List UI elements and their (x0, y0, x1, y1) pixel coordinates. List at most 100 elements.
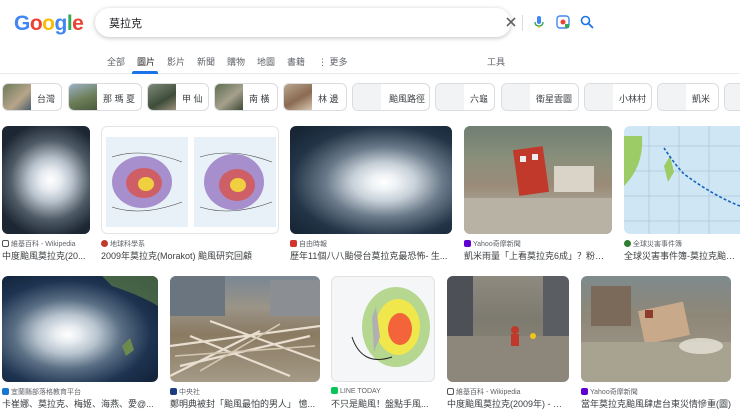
favicon-icon (2, 240, 9, 247)
tab-shopping[interactable]: 購物 (227, 55, 245, 68)
search-box[interactable]: 莫拉克 (95, 8, 594, 37)
result-card[interactable]: 維基百科 - Wikipedia 中度颱風莫拉克(2009年) - 維... (447, 276, 569, 411)
favicon-icon (624, 240, 631, 247)
result-card[interactable]: LINE TODAY 不只是颱風！盤點手風... (331, 276, 435, 411)
favicon-icon (331, 387, 338, 394)
typhoon-satellite-image[interactable] (2, 126, 90, 234)
chip-linbian[interactable]: 林 邊 (283, 83, 347, 111)
lens-icon[interactable] (555, 14, 571, 30)
chip-namasia[interactable]: 那 瑪 夏 (68, 83, 142, 111)
flood-street-graphic (447, 276, 569, 382)
chip-thumbnail (436, 84, 464, 110)
more-vert-icon: ⋮ (318, 57, 327, 67)
chip-thumbnail (353, 84, 381, 110)
chip-liugui[interactable]: 六龜 (435, 83, 495, 111)
analysis-charts-graphic (106, 137, 276, 227)
chip-thumbnail (585, 84, 613, 110)
result-title[interactable]: 當年莫拉克颱風肆虐台東災情慘重(圖) (581, 397, 731, 410)
earth-overlay-graphic (102, 276, 158, 356)
chip-next[interactable] (724, 83, 740, 111)
typhoon-track-map-image[interactable] (624, 126, 740, 234)
result-title[interactable]: 卡崔娜、莫拉克、梅姬、海燕、愛@... (2, 397, 156, 410)
flooded-street-image[interactable] (447, 276, 569, 382)
result-card[interactable]: 地球科學系 2009年莫拉克(Morakot) 颱風研究回顧 (101, 126, 279, 262)
result-card[interactable]: 自由時報 歷年11個八八颱侵台莫拉克最恐怖- 生... (290, 126, 452, 262)
google-logo[interactable]: Google (14, 12, 84, 36)
chip-thumbnail (148, 84, 176, 110)
result-source: 全球災害事件簿 (633, 241, 682, 248)
driftwood-debris-image[interactable] (170, 276, 320, 382)
tab-more[interactable]: ⋮ 更多 (318, 55, 348, 68)
result-title[interactable]: 中度颱風莫拉克(20... (2, 249, 90, 262)
chip-xiaolin[interactable]: 小林村 (584, 83, 652, 111)
chip-thumbnail (215, 84, 243, 110)
result-source: 中央社 (179, 389, 200, 396)
tab-more-label: 更多 (329, 57, 348, 67)
radar-image[interactable] (331, 276, 435, 382)
chip-thumbnail (725, 84, 740, 110)
chip-thumbnail (69, 84, 97, 110)
track-map-graphic (624, 126, 740, 234)
favicon-icon (170, 388, 177, 395)
result-source: 自由時報 (299, 241, 327, 248)
favicon-icon (2, 388, 9, 395)
favicon-icon (581, 388, 588, 395)
flood-damage-image[interactable] (464, 126, 612, 234)
favicon-icon (464, 240, 471, 247)
result-title[interactable]: 歷年11個八八颱侵台莫拉克最恐怖- 生... (290, 249, 450, 262)
typhoon-satellite-image[interactable] (2, 276, 158, 382)
result-source: 宜蘭縣部落格教育平台 (11, 389, 81, 396)
chip-satellite[interactable]: 衛星雲圖 (501, 83, 579, 111)
result-card[interactable]: Yahoo奇摩新聞 當年莫拉克颱風肆虐台東災情慘重(圖) (581, 276, 731, 411)
result-source: 維基百科 - Wikipedia (11, 241, 76, 248)
result-source: 維基百科 - Wikipedia (456, 389, 521, 396)
chip-taiwan[interactable]: 台灣 (2, 83, 62, 111)
result-card[interactable]: 全球災害事件簿 全球災害事件簿-莫拉克颱風... (624, 126, 740, 262)
result-title[interactable]: 全球災害事件簿-莫拉克颱風... (624, 249, 740, 262)
tab-news[interactable]: 新聞 (197, 55, 215, 68)
tab-books[interactable]: 書籍 (287, 55, 305, 68)
tab-maps[interactable]: 地圖 (257, 55, 275, 68)
favicon-icon (290, 240, 297, 247)
favicon-icon (101, 240, 108, 247)
chip-thumbnail (284, 84, 312, 110)
clear-icon[interactable] (503, 14, 519, 30)
tools-button[interactable]: 工具 (487, 55, 505, 68)
debris-graphic (170, 276, 320, 378)
tab-videos[interactable]: 影片 (167, 55, 185, 68)
tab-images[interactable]: 圖片 (137, 55, 155, 68)
active-tab-indicator (132, 71, 158, 74)
result-card[interactable]: Yahoo奇摩新聞 凱米雨量「上看莫拉克6成」？粉專... (464, 126, 612, 262)
radar-echo-graphic (351, 287, 430, 367)
collapsed-building-image[interactable] (581, 276, 731, 382)
result-source: Yahoo奇摩新聞 (590, 389, 638, 396)
result-title[interactable]: 中度颱風莫拉克(2009年) - 維... (447, 397, 569, 410)
result-card[interactable]: 中央社 鄭明典被封「颱風最怕的男人」 憶... (170, 276, 320, 411)
divider (522, 15, 523, 31)
tab-all[interactable]: 全部 (107, 55, 125, 68)
search-tabs: 全部 圖片 影片 新聞 購物 地圖 書籍 ⋮ 更多 工具 (0, 50, 740, 74)
typhoon-analysis-chart-image[interactable] (101, 126, 279, 234)
result-card[interactable]: 宜蘭縣部落格教育平台 卡崔娜、莫拉克、梅姬、海燕、愛@... (2, 276, 158, 411)
chip-thumbnail (658, 84, 686, 110)
collapsed-building-graphic (464, 146, 612, 234)
result-title[interactable]: 不只是颱風！盤點手風... (331, 397, 435, 410)
result-title[interactable]: 凱米雨量「上看莫拉克6成」？粉專... (464, 249, 610, 262)
chip-thumbnail (502, 84, 530, 110)
microphone-icon[interactable] (531, 14, 547, 30)
building-collapse-graphic (581, 286, 731, 382)
result-title[interactable]: 2009年莫拉克(Morakot) 颱風研究回顧 (101, 249, 279, 262)
result-card[interactable]: 維基百科 - Wikipedia 中度颱風莫拉克(20... (2, 126, 90, 262)
result-source: Yahoo奇摩新聞 (473, 241, 521, 248)
favicon-icon (447, 388, 454, 395)
result-source: LINE TODAY (340, 388, 381, 395)
chip-jiaxian[interactable]: 甲 仙 (147, 83, 209, 111)
result-title[interactable]: 鄭明典被封「颱風最怕的男人」 憶... (170, 397, 320, 410)
chip-gaemi[interactable]: 凱米 (657, 83, 719, 111)
search-icon[interactable] (579, 14, 595, 30)
chip-southern-cross[interactable]: 南 橫 (214, 83, 278, 111)
chip-thumbnail (3, 84, 31, 110)
chip-typhoon-track[interactable]: 颱風路徑 (352, 83, 430, 111)
search-input[interactable]: 莫拉克 (109, 15, 142, 31)
typhoon-satellite-image[interactable] (290, 126, 452, 234)
